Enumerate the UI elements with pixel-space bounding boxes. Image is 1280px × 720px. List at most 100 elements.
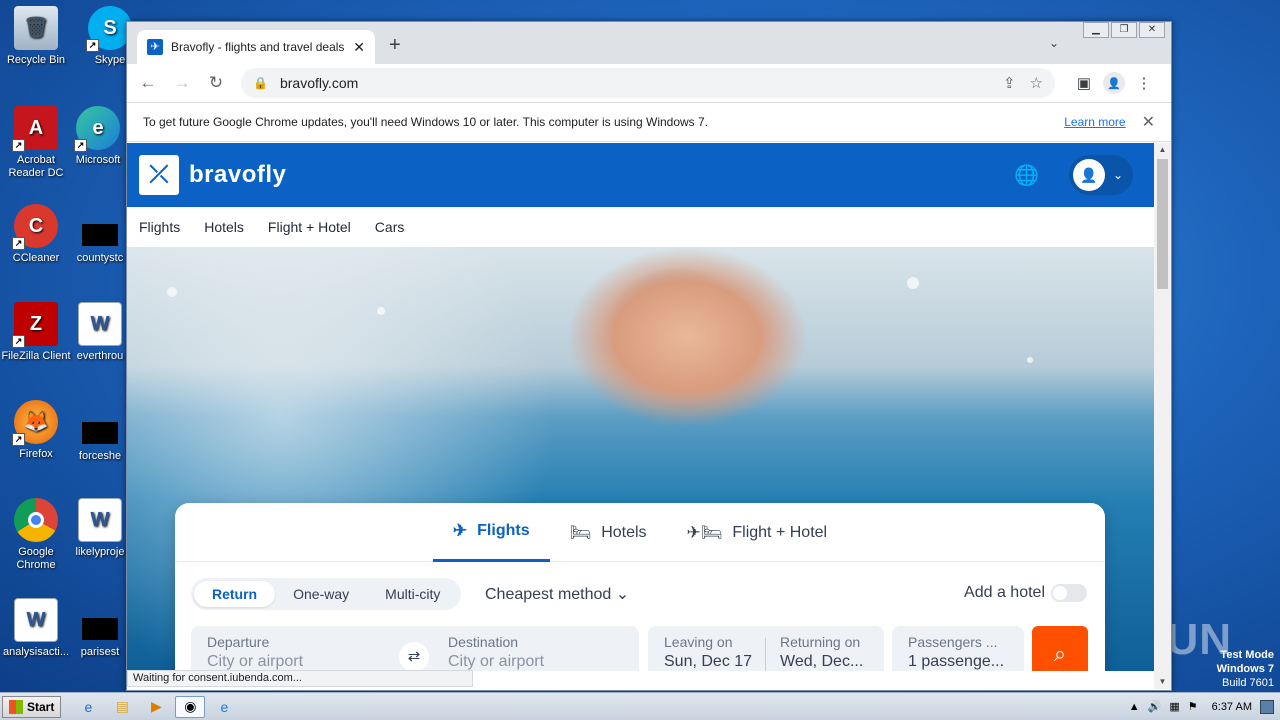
chrome-window: ▁ ❐ ✕ ✈ Bravofly - flights and travel de…: [126, 21, 1172, 691]
minimize-button[interactable]: ▁: [1083, 22, 1109, 38]
volume-icon[interactable]: 🔊: [1148, 700, 1162, 713]
new-tab-button[interactable]: +: [389, 34, 401, 57]
chrome-taskbar-icon[interactable]: ◉: [175, 695, 206, 718]
ccleaner-icon: C ↗: [12, 204, 58, 250]
nav-flights[interactable]: Flights: [139, 219, 180, 235]
address-bar[interactable]: 🔒 bravofly.com ⇪ ☆: [241, 68, 1055, 98]
show-desktop-button[interactable]: [1260, 699, 1274, 714]
splash: [377, 307, 385, 315]
back-arrow-icon[interactable]: ←: [135, 73, 161, 93]
leaving-on-field[interactable]: Leaving on Sun, Dec 17: [664, 634, 764, 671]
active-tab[interactable]: ✈ Bravofly - flights and travel deals ar…: [137, 30, 375, 64]
trip-multi-city[interactable]: Multi-city: [367, 581, 458, 607]
side-panel-icon[interactable]: ▣: [1069, 74, 1099, 92]
profile-button[interactable]: 👤: [1099, 72, 1129, 94]
restore-button[interactable]: ❐: [1111, 22, 1137, 38]
toggle-switch[interactable]: [1051, 584, 1087, 602]
trip-one-way[interactable]: One-way: [275, 581, 367, 607]
menu-kebab-icon[interactable]: ⋮: [1129, 74, 1159, 92]
returning-on-field[interactable]: Returning on Wed, Dec...: [780, 634, 876, 671]
tab-hotels[interactable]: 🛏 Hotels: [550, 503, 667, 562]
dates-field: Leaving on Sun, Dec 17 Returning on Wed,…: [648, 626, 884, 671]
search-icon: ⌕: [1053, 641, 1067, 666]
window-controls: ▁ ❐ ✕: [1081, 22, 1165, 38]
status-bubble: Waiting for consent.iubenda.com...: [127, 670, 473, 687]
internet-explorer-icon[interactable]: e: [73, 696, 103, 718]
title-bar: ▁ ❐ ✕ ✈ Bravofly - flights and travel de…: [127, 22, 1171, 64]
firefox-shortcut[interactable]: 🦊 ↗ Firefox: [0, 400, 72, 461]
bravofly-favicon: ✈: [147, 39, 163, 55]
site-nav: Flights Hotels Flight + Hotel Cars: [127, 207, 1155, 247]
chrome-icon: [14, 498, 58, 542]
tray-expand-icon[interactable]: ▲: [1129, 701, 1140, 713]
chevron-down-icon: ⌄: [1113, 168, 1124, 182]
hero-image: ✈ Flights 🛏 Hotels ✈🛏 Flight + Hotel Ret…: [127, 247, 1155, 671]
bookmark-star-icon[interactable]: ☆: [1030, 74, 1043, 92]
close-tab-icon[interactable]: ✕: [353, 39, 365, 56]
account-button[interactable]: 👤 ⌄: [1069, 155, 1133, 195]
action-center-flag-icon[interactable]: ⚑: [1188, 700, 1198, 713]
taskbar: Start e ▤ ▶ ◉ e ▲ 🔊 ▦ ⚑ 6:37 AM: [0, 692, 1280, 720]
bed-icon: 🛏: [569, 522, 592, 542]
scroll-thumb[interactable]: [1157, 159, 1168, 289]
scroll-down-icon[interactable]: ▼: [1154, 675, 1171, 689]
tab-flight-hotel[interactable]: ✈🛏 Flight + Hotel: [667, 503, 848, 562]
tab-flights[interactable]: ✈ Flights: [432, 503, 550, 562]
trip-type-toggle: Return One-way Multi-city: [191, 578, 462, 610]
edge-icon: e ↗: [74, 106, 120, 152]
bravofly-logo-icon[interactable]: ⤫: [139, 155, 179, 195]
departure-field[interactable]: Departure City or airport: [207, 634, 387, 671]
passengers-field[interactable]: Passengers ... 1 passenge...: [892, 626, 1024, 671]
recycle-bin-icon: 🗑: [14, 6, 58, 50]
filezilla-icon: Z ↗: [12, 302, 58, 348]
page-viewport: ⤫ bravofly 🌐 👤 ⌄ Flights Hotels Flight +…: [127, 143, 1155, 671]
edge-taskbar-icon[interactable]: e: [209, 696, 239, 718]
nav-flight-hotel[interactable]: Flight + Hotel: [268, 219, 351, 235]
destination-field[interactable]: Destination City or airport: [448, 634, 628, 671]
swap-icon[interactable]: ⇄: [399, 642, 429, 671]
microsoft-edge-shortcut[interactable]: e ↗ Microsoft: [62, 106, 134, 167]
tab-title: Bravofly - flights and travel deals ar: [171, 40, 348, 54]
infobar-message: To get future Google Chrome updates, you…: [143, 115, 709, 129]
site-header: ⤫ bravofly 🌐 👤 ⌄: [127, 143, 1155, 207]
page-scrollbar[interactable]: ▲ ▼: [1154, 143, 1171, 689]
windows-flag-icon: [9, 699, 23, 714]
start-button[interactable]: Start: [2, 695, 62, 718]
nav-hotels[interactable]: Hotels: [204, 219, 244, 235]
filezilla-shortcut[interactable]: Z ↗ FileZilla Client: [0, 302, 72, 363]
lock-icon[interactable]: 🔒: [253, 76, 268, 90]
share-icon[interactable]: ⇪: [1003, 74, 1016, 92]
search-button[interactable]: ⌕: [1032, 626, 1088, 671]
media-player-icon[interactable]: ▶: [141, 696, 171, 718]
plane-icon: ✈: [452, 521, 468, 540]
recycle-bin-shortcut[interactable]: 🗑 Recycle Bin: [0, 6, 72, 67]
search-card: ✈ Flights 🛏 Hotels ✈🛏 Flight + Hotel Ret…: [175, 503, 1105, 671]
reload-icon[interactable]: ↻: [203, 73, 229, 93]
redacted-icon: [82, 618, 118, 640]
ccleaner-shortcut[interactable]: C ↗ CCleaner: [0, 204, 72, 265]
nav-cars[interactable]: Cars: [375, 219, 405, 235]
scroll-up-icon[interactable]: ▲: [1154, 143, 1171, 157]
redacted-icon: [82, 224, 118, 246]
network-icon[interactable]: ▦: [1169, 700, 1179, 713]
close-infobar-icon[interactable]: ✕: [1142, 112, 1155, 132]
trip-return[interactable]: Return: [194, 581, 276, 607]
tab-search-chevron-icon[interactable]: ⌄: [1049, 36, 1059, 50]
forward-arrow-icon[interactable]: →: [169, 73, 195, 93]
close-window-button[interactable]: ✕: [1139, 22, 1165, 38]
user-icon: 👤: [1073, 159, 1105, 191]
globe-icon[interactable]: 🌐: [1014, 163, 1039, 188]
bravofly-logo[interactable]: bravofly: [189, 161, 286, 189]
learn-more-link[interactable]: Learn more: [1064, 115, 1125, 129]
google-chrome-shortcut[interactable]: Google Chrome: [0, 498, 72, 572]
splash: [907, 277, 919, 289]
analysisacti-document[interactable]: W analysisacti...: [0, 598, 72, 659]
profile-avatar-icon: 👤: [1103, 72, 1125, 94]
file-explorer-icon[interactable]: ▤: [107, 696, 137, 718]
url-text[interactable]: bravofly.com: [280, 75, 989, 91]
redacted-icon: [82, 422, 118, 444]
method-dropdown[interactable]: Cheapest method ⌄: [485, 584, 629, 604]
add-hotel-toggle[interactable]: Add a hotel: [964, 584, 1087, 602]
update-infobar: To get future Google Chrome updates, you…: [127, 102, 1171, 142]
clock[interactable]: 6:37 AM: [1212, 701, 1252, 713]
